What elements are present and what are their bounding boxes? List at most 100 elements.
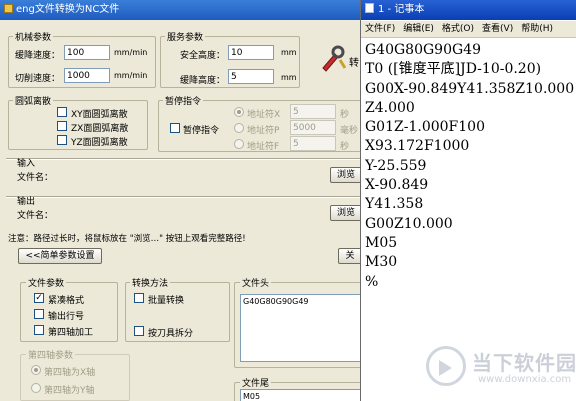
address-x-radio[interactable]: [234, 107, 244, 117]
code-line: Z4.000: [365, 99, 415, 116]
fourth-axis-y-label: 第四轴为Y轴: [44, 386, 95, 396]
safe-height-input[interactable]: [228, 45, 274, 60]
output-browse-label: 浏览: [336, 208, 355, 218]
convert-button-label[interactable]: 转: [349, 54, 359, 69]
split-by-tool-checkbox[interactable]: [134, 326, 144, 336]
pause-instruction-legend: 暂停指令: [163, 94, 204, 107]
simple-params-label: <<简单参数设置: [25, 251, 95, 261]
safe-height-unit: mm: [281, 48, 297, 57]
menu-edit[interactable]: 编辑(E): [403, 21, 434, 37]
file-header-content: G40G80G90G49: [243, 297, 309, 306]
file-footer-textbox[interactable]: M05: [240, 389, 362, 401]
address-p-radio[interactable]: [234, 123, 244, 133]
file-footer-legend: 文件尾: [240, 376, 272, 389]
compact-format-label: 紧凑格式: [48, 296, 85, 306]
notepad-title: 1 - 记事本: [378, 4, 425, 15]
input-legend: 输入: [17, 159, 36, 169]
xy-arc-label: XY面圆弧离散: [71, 110, 128, 120]
conversion-method-legend: 转换方法: [130, 276, 171, 289]
notepad-title-bar: 1 - 记事本: [361, 0, 576, 20]
file-params-legend: 文件参数: [26, 276, 67, 289]
address-x-unit: 秒: [340, 110, 350, 120]
converter-title: eng文件转换为NC文件: [16, 4, 120, 15]
compact-format-checkbox[interactable]: ✓: [34, 293, 44, 303]
code-line: G00Z10.000: [365, 215, 453, 232]
menu-view[interactable]: 查看(V): [482, 21, 513, 37]
address-x-label: 地址符X: [247, 110, 281, 120]
fourth-axis-y-radio[interactable]: [31, 383, 41, 393]
arc-dispersion-legend: 圆弧离散: [13, 94, 54, 107]
notepad-menu-bar: 文件(F) 编辑(E) 格式(O) 查看(V) 帮助(H): [361, 21, 576, 38]
code-line: G40G80G90G49: [365, 42, 481, 58]
code-line: X93.172F1000: [365, 138, 470, 155]
batch-convert-checkbox[interactable]: [134, 293, 144, 303]
fourth-axis-x-radio[interactable]: [31, 365, 41, 375]
input-browse-button[interactable]: 浏览: [330, 167, 362, 183]
descent-height-label: 缓降高度：: [180, 76, 226, 86]
descent-speed-input[interactable]: [64, 45, 110, 60]
zx-arc-checkbox[interactable]: [57, 121, 67, 131]
watermark: 当下软件园 www.downxia.com: [426, 344, 576, 394]
watermark-logo-icon: [426, 346, 466, 386]
output-browse-button[interactable]: 浏览: [330, 205, 362, 221]
fourth-axis-x-label: 第四轴为X轴: [44, 368, 96, 378]
pause-checkbox[interactable]: [170, 123, 180, 133]
file-header-legend: 文件头: [240, 276, 272, 289]
descent-height-input[interactable]: [228, 69, 274, 84]
code-line: T0 ([锥度平底]JD-10-0.20): [365, 61, 542, 78]
line-number-label: 输出行号: [48, 312, 85, 322]
menu-help[interactable]: 帮助(H): [521, 21, 553, 37]
cut-speed-unit: mm/min: [114, 71, 148, 80]
address-f-unit: 秒: [340, 142, 350, 152]
address-f-input[interactable]: [290, 136, 336, 151]
menu-file[interactable]: 文件(F): [365, 21, 395, 37]
address-p-unit: 毫秒: [340, 126, 359, 136]
fourth-axis-checkbox[interactable]: [34, 325, 44, 335]
code-line: M30: [365, 254, 398, 271]
code-line: M05: [365, 234, 398, 251]
xy-arc-checkbox[interactable]: [57, 107, 67, 117]
close-label: 关: [345, 251, 355, 261]
service-params-legend: 服务参数: [165, 30, 206, 43]
address-p-label: 地址符P: [247, 126, 280, 136]
input-separator: [6, 158, 362, 160]
descent-speed-unit: mm/min: [114, 48, 148, 57]
line-number-checkbox[interactable]: [34, 309, 44, 319]
menu-format[interactable]: 格式(O): [442, 21, 474, 37]
convert-tool-icon[interactable]: [318, 44, 348, 74]
input-browse-label: 浏览: [336, 170, 355, 180]
code-line: %: [365, 273, 379, 290]
code-line: X-90.849: [365, 177, 429, 194]
address-f-radio[interactable]: [234, 139, 244, 149]
pause-label: 暂停指令: [183, 126, 220, 136]
batch-convert-label: 批量转换: [148, 296, 185, 306]
code-line: Y41.358: [365, 196, 424, 213]
code-line: Y-25.559: [365, 157, 427, 174]
notepad-text-area[interactable]: G40G80G90G49 T0 ([锥度平底]JD-10-0.20) G00X-…: [365, 41, 576, 292]
yz-arc-label: YZ面圆弧离散: [71, 138, 128, 148]
close-button[interactable]: 关: [338, 248, 362, 264]
file-footer-content: M05: [243, 392, 261, 401]
split-by-tool-label: 按刀具拆分: [148, 329, 194, 339]
zx-arc-label: ZX面圆弧离散: [71, 124, 129, 134]
yz-arc-checkbox[interactable]: [57, 135, 67, 145]
machining-params-legend: 机械参数: [13, 30, 54, 43]
notepad-window: 1 - 记事本 文件(F) 编辑(E) 格式(O) 查看(V) 帮助(H) G4…: [360, 0, 576, 401]
fourth-axis-label: 第四轴加工: [48, 328, 94, 338]
path-note: 注意：路径过长时，将鼠标放在 "浏览…" 按钮上观看完整路径!: [8, 234, 246, 244]
descent-height-unit: mm: [281, 73, 297, 82]
address-p-input[interactable]: [290, 120, 336, 135]
output-separator: [6, 196, 362, 198]
file-header-textbox[interactable]: G40G80G90G49: [240, 294, 362, 362]
cut-speed-input[interactable]: [64, 68, 110, 83]
converter-title-bar: eng文件转换为NC文件: [0, 0, 362, 20]
cut-speed-label: 切削速度：: [15, 74, 61, 84]
safe-height-label: 安全高度：: [180, 51, 226, 61]
address-x-input[interactable]: [290, 104, 336, 119]
code-line: G01Z-1.000F100: [365, 119, 485, 136]
input-filename-label: 文件名：: [17, 173, 54, 183]
converter-window: eng文件转换为NC文件 机械参数 缓降速度： mm/min 切削速度： mm/…: [0, 0, 362, 401]
simple-params-button[interactable]: <<简单参数设置: [18, 248, 102, 264]
descent-speed-label: 缓降速度：: [15, 51, 61, 61]
watermark-name: 当下软件园: [472, 351, 576, 375]
